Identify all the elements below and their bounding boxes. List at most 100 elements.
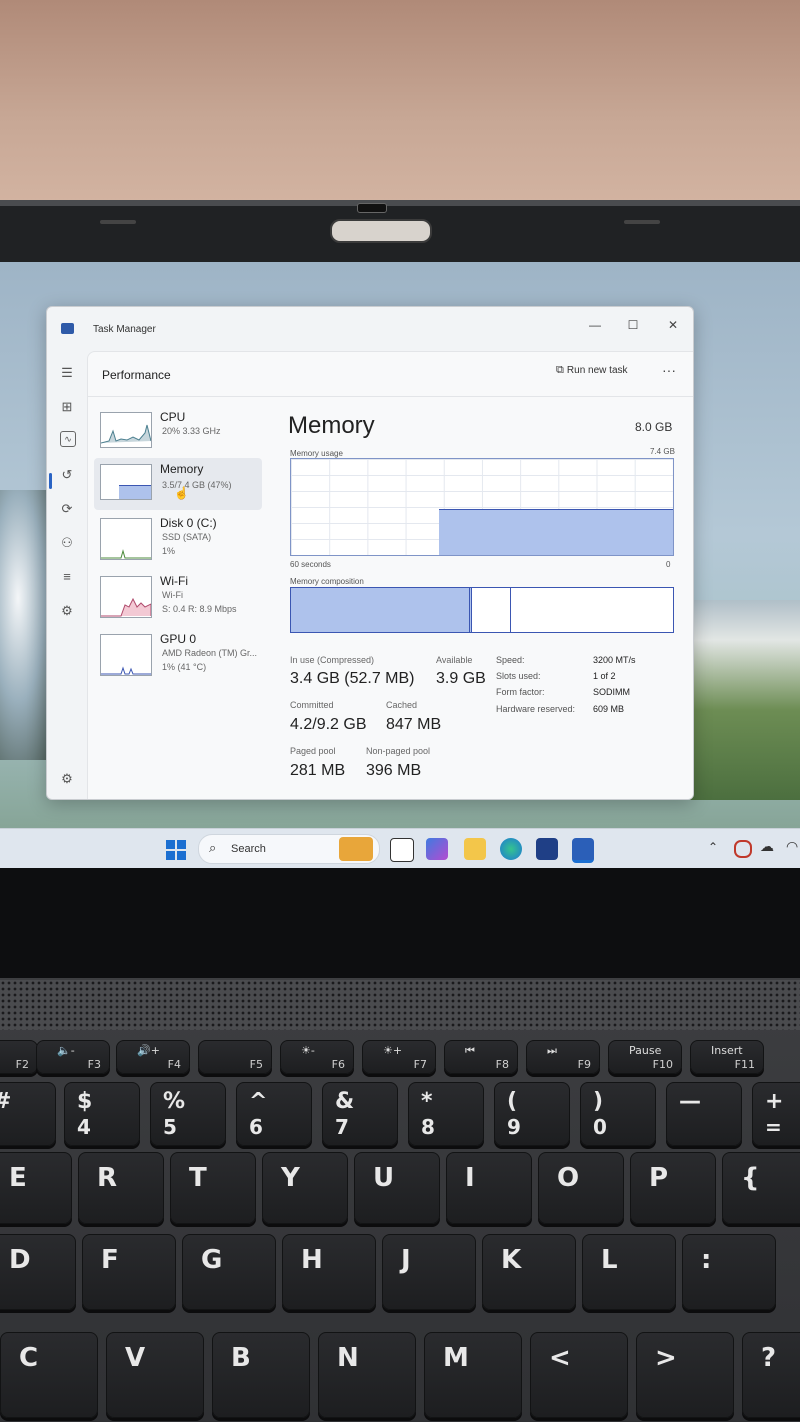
key-t[interactable]: T <box>170 1152 256 1224</box>
graph-time-left: 60 seconds <box>290 560 331 569</box>
key-r[interactable]: R <box>78 1152 164 1224</box>
more-options-button[interactable]: ··· <box>662 362 676 378</box>
speed-value: 3200 MT/s <box>593 655 636 665</box>
taskbar-search-box[interactable]: ⌕ Search <box>198 834 380 864</box>
key-letter: H <box>301 1245 323 1275</box>
tray-app-icon[interactable] <box>734 840 752 858</box>
webcam-shutter[interactable] <box>357 203 387 213</box>
key-f2[interactable]: F2 <box>0 1040 38 1074</box>
key-f6[interactable]: ☀- F6 <box>280 1040 354 1074</box>
close-button[interactable]: ✕ <box>653 313 693 337</box>
start-button[interactable] <box>166 840 186 860</box>
edge-icon[interactable] <box>500 838 522 860</box>
disk-thumbnail-graph <box>100 518 152 560</box>
resource-gpu[interactable]: GPU 0 AMD Radeon (TM) Gr... 1% (41 °C) <box>94 628 262 680</box>
key-minus[interactable]: — <box>666 1082 742 1146</box>
startup-apps-icon[interactable]: ⟳ <box>57 499 77 519</box>
memory-total: 8.0 GB <box>635 420 673 434</box>
key-h[interactable]: H <box>282 1234 376 1310</box>
key-6[interactable]: ^ 6 <box>236 1082 312 1146</box>
key-j[interactable]: J <box>382 1234 476 1310</box>
key-n[interactable]: N <box>318 1332 416 1418</box>
key-comma[interactable]: < <box>530 1332 628 1418</box>
key-4[interactable]: $4 <box>64 1082 140 1146</box>
minimize-button[interactable]: — <box>575 313 615 337</box>
key-digit: 9 <box>507 1115 521 1139</box>
key-f4[interactable]: 🔊+ F4 <box>116 1040 190 1074</box>
key-f5[interactable]: F5 <box>198 1040 272 1074</box>
key-f8[interactable]: ⏮ F8 <box>444 1040 518 1074</box>
key-period[interactable]: > <box>636 1332 734 1418</box>
memory-composition-bar <box>290 587 674 633</box>
performance-icon[interactable]: ∿ <box>60 431 76 447</box>
key-7[interactable]: & 7 <box>322 1082 398 1146</box>
page-title: Performance <box>102 368 171 382</box>
key-open-brace[interactable]: { <box>722 1152 800 1224</box>
key-i[interactable]: I <box>446 1152 532 1224</box>
key-y[interactable]: Y <box>262 1152 348 1224</box>
key-f7[interactable]: ☀+ F7 <box>362 1040 436 1074</box>
key-p[interactable]: P <box>630 1152 716 1224</box>
key-equals[interactable]: + = <box>752 1082 800 1146</box>
key-top-label: 🔊+ <box>137 1044 160 1057</box>
key-f11[interactable]: Insert F11 <box>690 1040 764 1074</box>
active-nav-indicator <box>49 473 52 489</box>
key-c[interactable]: C <box>0 1332 98 1418</box>
key-g[interactable]: G <box>182 1234 276 1310</box>
key-3[interactable]: # <box>0 1082 56 1146</box>
key-f9[interactable]: ⏭ F9 <box>526 1040 600 1074</box>
key-9[interactable]: (9 <box>494 1082 570 1146</box>
key-f10[interactable]: Pause F10 <box>608 1040 682 1074</box>
key-8[interactable]: * 8 <box>408 1082 484 1146</box>
key-0[interactable]: ) 0 <box>580 1082 656 1146</box>
key-o[interactable]: O <box>538 1152 624 1224</box>
run-new-task-button[interactable]: ⧉ Run new task <box>556 364 628 377</box>
key-v[interactable]: V <box>106 1332 204 1418</box>
tray-cloud-icon[interactable]: ☁ <box>760 838 774 855</box>
hardware-reserved-value: 609 MB <box>593 704 625 714</box>
key-semicolon[interactable]: : <box>682 1234 776 1310</box>
key-symbol: % <box>163 1089 186 1114</box>
key-m[interactable]: M <box>424 1332 522 1418</box>
maximize-button[interactable]: ☐ <box>613 313 653 337</box>
processes-icon[interactable]: ⊞ <box>57 397 77 417</box>
settings-icon[interactable]: ⚙ <box>57 769 77 789</box>
services-icon[interactable]: ⚙ <box>57 601 77 621</box>
key-d[interactable]: D <box>0 1234 76 1310</box>
hamburger-menu-icon[interactable]: ☰ <box>57 363 77 383</box>
window-title: Task Manager <box>93 324 156 335</box>
resource-memory[interactable]: Memory 3.5/7.4 GB (47%) ☝ <box>94 458 262 510</box>
key-k[interactable]: K <box>482 1234 576 1310</box>
key-u[interactable]: U <box>354 1152 440 1224</box>
non-paged-pool-label: Non-paged pool <box>366 746 431 756</box>
microsoft-store-icon[interactable] <box>536 838 558 860</box>
resource-disk[interactable]: Disk 0 (C:) SSD (SATA) 1% <box>94 512 262 564</box>
key-b[interactable]: B <box>212 1332 310 1418</box>
key-e[interactable]: E <box>0 1152 72 1224</box>
in-use-value: 3.4 GB (52.7 MB) <box>290 670 415 687</box>
title-bar[interactable]: Task Manager — ☐ ✕ <box>47 307 693 349</box>
copilot-icon[interactable] <box>426 838 448 860</box>
resource-wifi[interactable]: Wi-Fi Wi-Fi S: 0.4 R: 8.9 Mbps <box>94 570 262 622</box>
key-l[interactable]: L <box>582 1234 676 1310</box>
chevron-up-icon[interactable]: ⌃ <box>708 840 718 854</box>
key-5[interactable]: % 5 <box>150 1082 226 1146</box>
lower-bezel <box>0 868 800 978</box>
key-f3[interactable]: 🔈- F3 <box>36 1040 110 1074</box>
file-explorer-icon[interactable] <box>464 838 486 860</box>
users-icon[interactable]: ⚇ <box>57 533 77 553</box>
task-manager-app-icon <box>61 323 74 334</box>
form-factor-label: Form factor: <box>496 687 545 697</box>
key-slash[interactable]: ? <box>742 1332 800 1418</box>
key-f[interactable]: F <box>82 1234 176 1310</box>
task-manager-window: Task Manager — ☐ ✕ ☰ ⊞ ∿ ↺ ⟳ ⚇ ≡ ⚙ ⚙ Per… <box>46 306 694 800</box>
resource-detail: 20% 3.33 GHz <box>162 426 221 436</box>
wifi-icon[interactable]: ◠ <box>786 838 798 855</box>
task-view-icon[interactable] <box>390 838 414 862</box>
details-icon[interactable]: ≡ <box>57 567 77 587</box>
task-manager-taskbar-icon[interactable] <box>572 838 594 863</box>
windows-logo-icon <box>166 840 186 860</box>
key-letter: Y <box>281 1163 300 1193</box>
resource-cpu[interactable]: CPU 20% 3.33 GHz <box>94 406 262 458</box>
app-history-icon[interactable]: ↺ <box>57 465 77 485</box>
